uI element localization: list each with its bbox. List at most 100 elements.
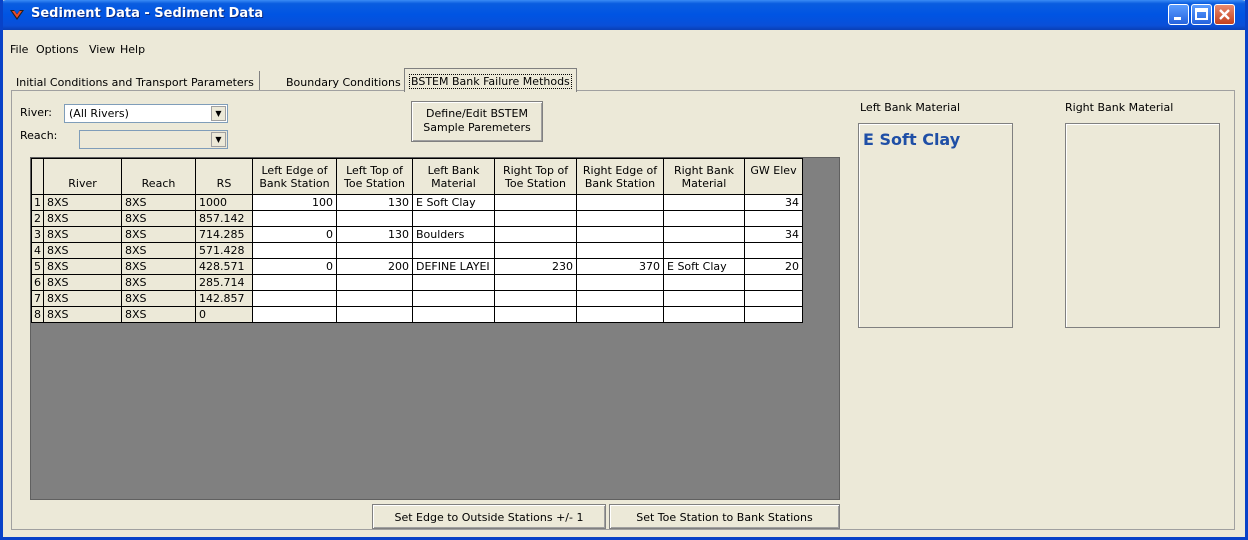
cell-gw-elev[interactable]: 34	[744, 194, 803, 211]
chevron-down-icon[interactable]: ▼	[211, 132, 226, 147]
cell-left-bank-material[interactable]: E Soft Clay	[412, 194, 495, 211]
header-reach: Reach	[121, 176, 196, 195]
cell-right-top-toe-station[interactable]	[494, 274, 577, 291]
cell-right-edge-bank-station[interactable]	[576, 290, 664, 307]
cell-left-top-toe-station[interactable]	[336, 274, 413, 291]
cell-left-edge-bank-station[interactable]: 100	[252, 194, 337, 211]
cell-right-bank-material[interactable]	[663, 194, 745, 211]
cell-river: 8XS	[43, 194, 122, 211]
left-bank-material-box[interactable]: E Soft Clay	[858, 123, 1013, 328]
cell-left-edge-bank-station[interactable]	[252, 210, 337, 227]
set-edge-button[interactable]: Set Edge to Outside Stations +/- 1	[372, 504, 606, 529]
header-right-top-toe-station: Toe Station	[494, 176, 577, 195]
cell-row-number: 1	[31, 194, 44, 211]
menu-options[interactable]: Options	[36, 43, 78, 56]
cell-right-top-toe-station[interactable]	[494, 306, 577, 323]
cell-right-top-toe-station[interactable]	[494, 210, 577, 227]
tab-bstem-bank-failure[interactable]: BSTEM Bank Failure Methods	[404, 68, 577, 92]
define-button-line2: Sample Paremeters	[423, 121, 531, 134]
cell-left-top-toe-station[interactable]	[336, 290, 413, 307]
cell-gw-elev[interactable]: 20	[744, 258, 803, 275]
tab-label: Initial Conditions and Transport Paramet…	[16, 76, 254, 89]
cell-left-bank-material[interactable]	[412, 290, 495, 307]
hec-ras-icon	[10, 10, 24, 20]
cell-right-bank-material[interactable]: E Soft Clay	[663, 258, 745, 275]
cell-right-top-toe-station[interactable]	[494, 242, 577, 259]
cell-row-number: 5	[31, 258, 44, 275]
cell-reach: 8XS	[121, 290, 196, 307]
cell-right-bank-material[interactable]	[663, 242, 745, 259]
cell-right-edge-bank-station[interactable]	[576, 226, 664, 243]
cell-left-top-toe-station[interactable]: 130	[336, 226, 413, 243]
menu-view[interactable]: View	[89, 43, 115, 56]
tab-initial-conditions[interactable]: Initial Conditions and Transport Paramet…	[11, 71, 260, 91]
cell-right-edge-bank-station[interactable]	[576, 210, 664, 227]
cell-rs: 428.571	[195, 258, 253, 275]
cell-left-top-toe-station[interactable]: 200	[336, 258, 413, 275]
cell-rs: 142.857	[195, 290, 253, 307]
tab-strip: Initial Conditions and Transport Paramet…	[3, 61, 1245, 92]
header-row-number	[31, 176, 44, 195]
bank-station-grid-area: Left Edge of Left Top of Left Bank Right To…	[30, 157, 840, 500]
cell-right-bank-material[interactable]	[663, 226, 745, 243]
cell-right-top-toe-station[interactable]	[494, 194, 577, 211]
cell-left-bank-material[interactable]: Boulders	[412, 226, 495, 243]
cell-river: 8XS	[43, 226, 122, 243]
cell-left-edge-bank-station[interactable]	[252, 306, 337, 323]
menu-help[interactable]: Help	[120, 43, 145, 56]
minimize-button[interactable]	[1168, 4, 1189, 25]
right-bank-material-box[interactable]	[1065, 123, 1220, 328]
cell-right-edge-bank-station[interactable]	[576, 242, 664, 259]
set-toe-button[interactable]: Set Toe Station to Bank Stations	[609, 504, 840, 529]
header-rs: RS	[195, 176, 253, 195]
cell-gw-elev[interactable]	[744, 290, 803, 307]
cell-reach: 8XS	[121, 210, 196, 227]
cell-gw-elev[interactable]	[744, 242, 803, 259]
menu-bar: File Options View Help	[3, 30, 1245, 61]
cell-gw-elev[interactable]	[744, 306, 803, 323]
cell-gw-elev[interactable]	[744, 210, 803, 227]
cell-right-bank-material[interactable]	[663, 306, 745, 323]
cell-left-edge-bank-station[interactable]: 0	[252, 226, 337, 243]
cell-row-number: 7	[31, 290, 44, 307]
define-bstem-parameters-button[interactable]: Define/Edit BSTEM Sample Paremeters	[411, 101, 543, 142]
cell-left-edge-bank-station[interactable]	[252, 274, 337, 291]
chevron-down-icon[interactable]: ▼	[211, 106, 226, 121]
menu-file[interactable]: File	[10, 43, 28, 56]
cell-right-edge-bank-station[interactable]	[576, 274, 664, 291]
cell-left-top-toe-station[interactable]	[336, 242, 413, 259]
title-bar[interactable]: Sediment Data - Sediment Data	[3, 0, 1245, 30]
cell-right-top-toe-station[interactable]	[494, 290, 577, 307]
cell-left-top-toe-station[interactable]: 130	[336, 194, 413, 211]
cell-right-edge-bank-station[interactable]: 370	[576, 258, 664, 275]
cell-left-bank-material[interactable]	[412, 210, 495, 227]
cell-reach: 8XS	[121, 194, 196, 211]
cell-left-bank-material[interactable]	[412, 306, 495, 323]
cell-right-edge-bank-station[interactable]	[576, 306, 664, 323]
cell-gw-elev[interactable]	[744, 274, 803, 291]
cell-right-bank-material[interactable]	[663, 290, 745, 307]
reach-select[interactable]: ▼	[79, 130, 228, 149]
river-select[interactable]: (All Rivers) ▼	[64, 104, 228, 123]
header-right-edge-bank-station: Bank Station	[576, 176, 664, 195]
river-label: River:	[20, 106, 53, 119]
cell-left-top-toe-station[interactable]	[336, 210, 413, 227]
maximize-button[interactable]	[1191, 4, 1212, 25]
close-button[interactable]	[1214, 4, 1235, 25]
cell-right-bank-material[interactable]	[663, 210, 745, 227]
cell-left-bank-material[interactable]	[412, 274, 495, 291]
cell-left-top-toe-station[interactable]	[336, 306, 413, 323]
tab-boundary-conditions[interactable]: Boundary Conditions	[281, 71, 407, 91]
table-row: 1 8XS 8XS 1000 100 130 E Soft Clay 34	[31, 194, 803, 211]
cell-left-edge-bank-station[interactable]	[252, 242, 337, 259]
cell-left-bank-material[interactable]	[412, 242, 495, 259]
cell-left-edge-bank-station[interactable]	[252, 290, 337, 307]
cell-gw-elev[interactable]: 34	[744, 226, 803, 243]
header-row-number	[31, 158, 44, 177]
cell-right-edge-bank-station[interactable]	[576, 194, 664, 211]
cell-right-bank-material[interactable]	[663, 274, 745, 291]
cell-right-top-toe-station[interactable]: 230	[494, 258, 577, 275]
cell-right-top-toe-station[interactable]	[494, 226, 577, 243]
cell-left-bank-material[interactable]: DEFINE LAYEI	[412, 258, 495, 275]
cell-left-edge-bank-station[interactable]: 0	[252, 258, 337, 275]
